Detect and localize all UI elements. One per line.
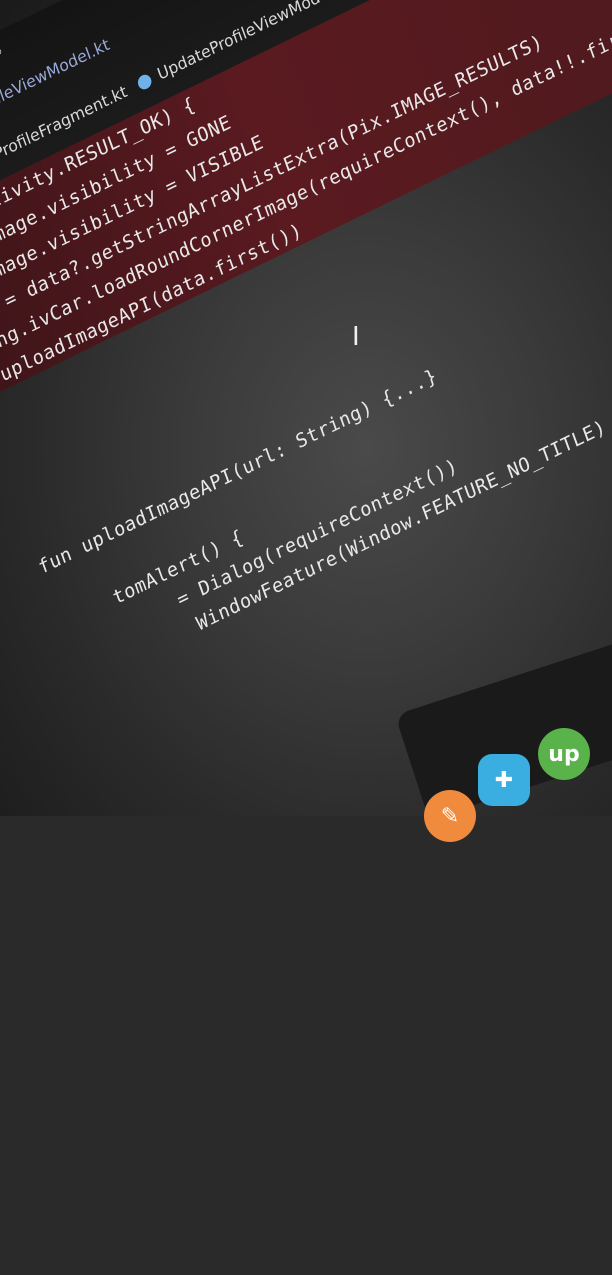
code-line: }	[0, 420, 6, 447]
pencil-app-icon[interactable]: ✎	[424, 790, 476, 842]
text-cursor-icon: I	[352, 322, 360, 352]
upwork-app-icon[interactable]: up	[538, 728, 590, 780]
code-line: WindowFeature(Window.FEATURE_NO_TITLE)	[193, 415, 609, 636]
tools-app-icon[interactable]: ✚	[478, 754, 530, 806]
code-editor-window: ↶ ▰ ▣ ⌕ UpdateProfileViewModel.kt Update…	[0, 0, 612, 1275]
